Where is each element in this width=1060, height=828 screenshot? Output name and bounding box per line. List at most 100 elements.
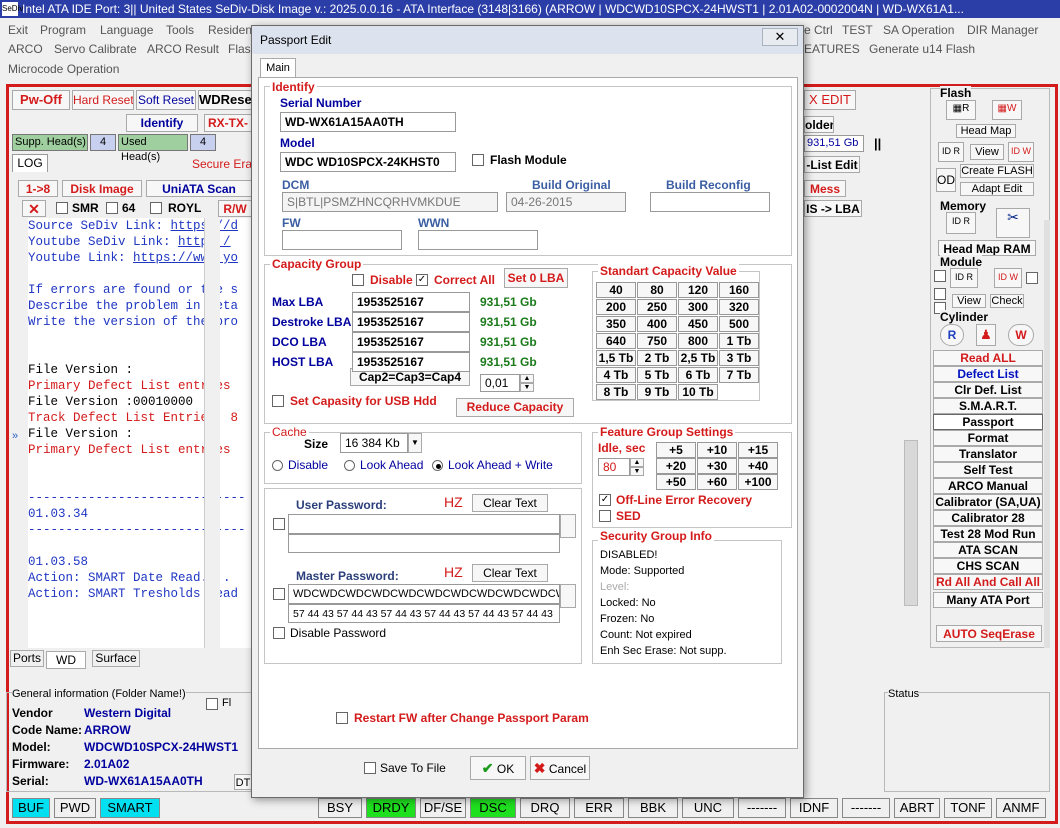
menu-features[interactable]: EATURES [804, 42, 860, 56]
standart-capacity-button[interactable]: 320 [719, 299, 759, 315]
user-clear-text-button[interactable]: Clear Text [472, 494, 548, 512]
right-button-self-test[interactable]: Self Test [933, 462, 1043, 478]
uniata-scan-button[interactable]: UniATA Scan [146, 180, 252, 197]
menu-arco-result[interactable]: ARCO Result [147, 42, 219, 56]
feature-button[interactable]: +50 [656, 474, 696, 490]
is-lba-button[interactable]: IS -> LBA [804, 200, 862, 217]
feature-button[interactable]: +20 [656, 458, 696, 474]
capacity-row-input[interactable]: 1953525167 [352, 312, 470, 332]
right-button-clr-def-list[interactable]: Clr Def. List [933, 382, 1043, 398]
standart-capacity-button[interactable]: 750 [637, 333, 677, 349]
right-button-defect-list[interactable]: Defect List [933, 366, 1043, 382]
standart-capacity-button[interactable]: 640 [596, 333, 636, 349]
wdreset-button[interactable]: WDReset [198, 90, 252, 110]
module-checkbox-3[interactable] [934, 288, 946, 300]
auto-seq-erase-button[interactable]: AUTO SeqErase [936, 625, 1042, 642]
adapt-edit-button[interactable]: Adapt Edit [960, 182, 1034, 196]
right-button-format[interactable]: Format [933, 430, 1043, 446]
user-password-hex[interactable] [288, 534, 560, 553]
flash-view-button[interactable]: View [970, 144, 1004, 160]
fw-input[interactable] [282, 230, 402, 250]
menu-sa-operation[interactable]: SA Operation [883, 23, 954, 37]
menu-servo-calibrate[interactable]: Servo Calibrate [54, 42, 137, 56]
right-button-passport[interactable]: Passport [933, 414, 1043, 430]
cancel-button[interactable]: ✖ Cancel [530, 756, 590, 780]
pw-off-button[interactable]: Pw-Off [12, 90, 70, 110]
feature-button[interactable]: +10 [697, 442, 737, 458]
usb-hdd-checkbox[interactable] [272, 395, 284, 407]
feature-button[interactable]: +100 [738, 474, 778, 490]
memory-id-read-icon[interactable]: ID R [946, 212, 976, 234]
master-password-hex[interactable]: 57 44 43 57 44 43 57 44 43 57 44 43 57 4… [288, 604, 560, 623]
menu-microcode-operation[interactable]: Microcode Operation [8, 62, 119, 76]
standart-capacity-button[interactable]: 350 [596, 316, 636, 332]
idle-up-icon[interactable]: ▲ [630, 458, 644, 467]
expand-arrow-icon[interactable]: » [12, 430, 26, 446]
standart-capacity-button[interactable]: 6 Tb [678, 367, 718, 383]
tab-wd[interactable]: WD [46, 651, 86, 669]
build-reconfig-input[interactable] [650, 192, 770, 212]
tab-surface[interactable]: Surface [92, 650, 140, 667]
serial-number-input[interactable]: WD-WX61A15AA0TH [280, 112, 456, 132]
idle-down-icon[interactable]: ▼ [630, 467, 644, 476]
idle-input[interactable]: 80 [598, 458, 630, 476]
offline-recovery-checkbox[interactable]: ✓ [599, 494, 611, 506]
feature-button[interactable]: +15 [738, 442, 778, 458]
master-password-side-button[interactable] [560, 584, 576, 608]
folder-button[interactable]: older [804, 116, 834, 133]
correct-all-checkbox[interactable]: ✓ [416, 274, 428, 286]
standart-capacity-button[interactable]: 1 Tb [719, 333, 759, 349]
standart-capacity-button[interactable]: 300 [678, 299, 718, 315]
feature-button[interactable]: +40 [738, 458, 778, 474]
cache-disable-radio[interactable] [272, 460, 283, 471]
disable-password-checkbox[interactable] [273, 627, 285, 639]
right-button-rd-all-and-call-all[interactable]: Rd All And Call All [933, 574, 1043, 590]
cylinder-lock-icon[interactable]: ♟ [976, 324, 996, 346]
build-original-input[interactable]: 04-26-2015 [506, 192, 626, 212]
menu-language[interactable]: Language [100, 23, 153, 37]
log-line-link[interactable]: https://www.yo [133, 251, 238, 265]
id-read-icon[interactable]: ID R [938, 142, 964, 162]
standart-capacity-button[interactable]: 4 Tb [596, 367, 636, 383]
flash-read-icon[interactable]: ▦R [946, 100, 976, 120]
standart-capacity-button[interactable]: 80 [637, 282, 677, 298]
chevron-down-icon[interactable]: ▼ [408, 433, 422, 453]
menu-ctrl[interactable]: e Ctrl [804, 23, 833, 37]
tab-ports[interactable]: Ports [10, 650, 44, 667]
tab-main[interactable]: Main [260, 58, 296, 78]
right-button-calibrator-28[interactable]: Calibrator 28 [933, 510, 1043, 526]
standart-capacity-button[interactable]: 9 Tb [637, 384, 677, 400]
sed-checkbox[interactable] [599, 510, 611, 522]
master-password-input[interactable]: WDCWDCWDCWDCWDCWDCWDCWDCWDCWDCW [288, 584, 560, 604]
standart-capacity-button[interactable]: 160 [719, 282, 759, 298]
smr-checkbox[interactable] [56, 202, 68, 214]
wwn-input[interactable] [418, 230, 538, 250]
save-to-file-checkbox[interactable] [364, 762, 376, 774]
menu-test[interactable]: TEST [842, 23, 873, 37]
master-password-checkbox[interactable] [273, 588, 285, 600]
one-to-eight-button[interactable]: 1->8 [18, 180, 58, 197]
menu-tools[interactable]: Tools [166, 23, 194, 37]
right-button-ata-scan[interactable]: ATA SCAN [933, 542, 1043, 558]
rw-button[interactable]: R/W [218, 200, 252, 217]
set-0-lba-button[interactable]: Set 0 LBA [504, 268, 568, 288]
standart-capacity-button[interactable]: 2 Tb [637, 350, 677, 366]
standart-capacity-button[interactable]: 250 [637, 299, 677, 315]
model-input[interactable]: WDC WD10SPCX-24KHST0 [280, 152, 456, 172]
look-ahead-write-radio[interactable] [432, 460, 443, 471]
standart-capacity-button[interactable]: 8 Tb [596, 384, 636, 400]
menu-program[interactable]: Program [40, 23, 86, 37]
list-edit-button[interactable]: -List Edit [804, 156, 860, 173]
standart-capacity-button[interactable]: 120 [678, 282, 718, 298]
head-map-ram-button[interactable]: Head Map RAM [938, 240, 1036, 256]
memory-tool-icon[interactable]: ✂ [996, 208, 1030, 238]
menu-generate-u14-flash[interactable]: Generate u14 Flash [869, 42, 975, 56]
feature-button[interactable]: +60 [697, 474, 737, 490]
royl-checkbox[interactable] [150, 202, 162, 214]
flash-module-checkbox[interactable] [472, 154, 484, 166]
od-button[interactable]: OD [936, 168, 956, 192]
flash-write-icon[interactable]: ▦W [992, 100, 1022, 120]
standart-capacity-button[interactable]: 5 Tb [637, 367, 677, 383]
module-id-write-icon[interactable]: ID W [994, 268, 1022, 288]
standart-capacity-button[interactable]: 400 [637, 316, 677, 332]
